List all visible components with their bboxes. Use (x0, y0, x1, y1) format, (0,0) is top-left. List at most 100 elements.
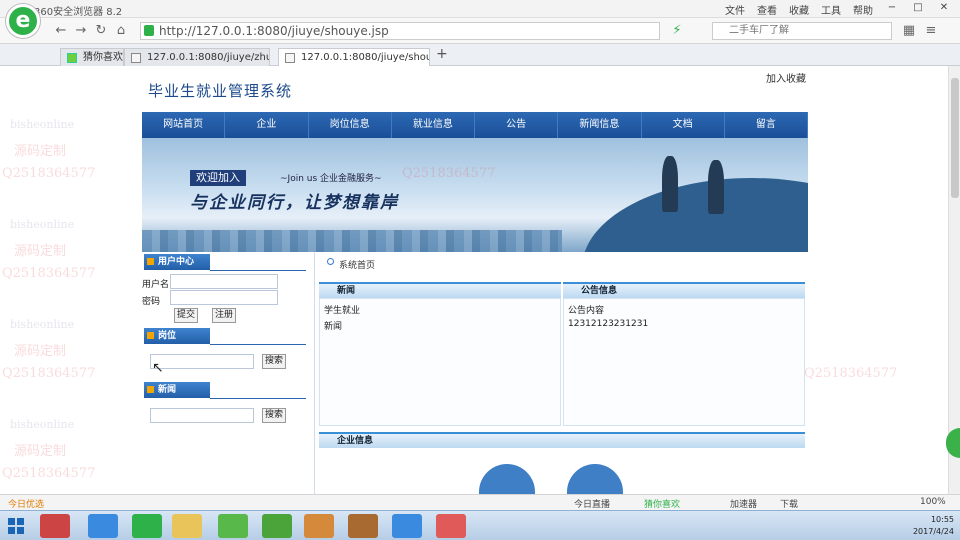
register-button[interactable]: 注册 (212, 308, 236, 323)
status-live[interactable]: 今日直播 (574, 497, 610, 510)
jobs-search-input[interactable] (150, 354, 254, 369)
nav-notice[interactable]: 公告 (475, 112, 559, 138)
daily-pick-link[interactable]: 今日优选 (8, 497, 44, 510)
taskbar-360-browser-icon[interactable] (132, 514, 162, 538)
taskbar-app-icon[interactable] (436, 514, 466, 538)
jobs-header: 岗位 (144, 328, 210, 344)
url-input[interactable]: http://127.0.0.1:8080/jiuye/shouye.jsp (140, 22, 660, 40)
news-search-button[interactable]: 搜索 (262, 408, 286, 423)
taskbar-app-icon[interactable] (262, 514, 292, 538)
forward-icon[interactable]: → (72, 22, 90, 40)
banner-city-skyline (142, 230, 562, 252)
notice-item[interactable]: 公告内容 (568, 303, 604, 316)
app-title: 360安全浏览器 8.2 (34, 7, 123, 18)
taskbar-app-icon[interactable] (40, 514, 70, 538)
address-bar-row: ← → ↻ ⌂ http://127.0.0.1:8080/jiuye/shou… (0, 18, 960, 44)
news-panel-header: 新闻 (319, 282, 561, 298)
tab-favicon-icon (131, 53, 141, 63)
lightning-icon[interactable]: ⚡ (668, 22, 686, 40)
menu-view[interactable]: 查看 (754, 2, 780, 17)
watermark-site: bisheonline (10, 318, 75, 331)
breadcrumb: 系统首页 (339, 261, 376, 271)
home-icon[interactable]: ⌂ (112, 22, 130, 40)
windows-taskbar: 10:55 2017/4/24 (0, 510, 960, 540)
taskbar-app-icon[interactable] (348, 514, 378, 538)
tab-label: 127.0.0.1:8080/jiuye/zhuce.jsp (147, 52, 269, 63)
new-tab-button[interactable]: + (436, 46, 448, 62)
tab-zhuce[interactable]: 127.0.0.1:8080/jiuye/zhuce.jsp (124, 48, 270, 66)
nav-home[interactable]: 网站首页 (142, 112, 226, 138)
mouse-cursor-icon: ↖ (152, 360, 164, 376)
maximize-icon[interactable]: □ (908, 2, 928, 17)
status-bar: 今日优选 今日直播 猜你喜欢 加速器 下载 100% (0, 494, 960, 510)
scrollbar-thumb[interactable] (951, 78, 959, 198)
banner-slogan: 与企业同行，让梦想靠岸 (190, 193, 399, 213)
browser-menu: 文件 查看 收藏 工具 帮助 − □ ✕ (722, 2, 954, 17)
web-page: 加入收藏 毕业生就业管理系统 网站首页 企业 岗位信息 就业信息 公告 新闻信息… (0, 66, 948, 494)
banner-figure (662, 156, 678, 212)
nav-docs[interactable]: 文档 (642, 112, 725, 138)
notice-item[interactable]: 12312123231231 (568, 319, 648, 329)
password-input[interactable] (170, 290, 278, 305)
taskbar-ie-icon[interactable] (392, 514, 422, 538)
news-item[interactable]: 新闻 (324, 319, 342, 332)
company-panel-header: 企业信息 (319, 432, 805, 448)
status-accelerator[interactable]: 加速器 (730, 497, 757, 510)
tab-label: 127.0.0.1:8080/jiuye/shouye.jsp (301, 52, 429, 63)
watermark-qq: Q2518364577 (804, 366, 898, 381)
menu-file[interactable]: 文件 (722, 2, 748, 17)
menu-icon[interactable]: ≡ (922, 22, 940, 40)
nav-employment[interactable]: 就业信息 (392, 112, 475, 138)
watermark-site: bisheonline (10, 218, 75, 231)
login-submit-button[interactable]: 提交 (174, 308, 198, 323)
taskbar-java-icon[interactable] (304, 514, 334, 538)
divider (210, 398, 306, 399)
watermark-qq: Q2518364577 (2, 266, 96, 281)
watermark-text: 源码定制 (14, 444, 67, 459)
taskbar-app-icon[interactable] (218, 514, 248, 538)
menu-favorites[interactable]: 收藏 (786, 2, 812, 17)
taskbar-folder-icon[interactable] (172, 514, 202, 538)
back-icon[interactable]: ← (52, 22, 70, 40)
url-text: http://127.0.0.1:8080/jiuye/shouye.jsp (159, 24, 389, 38)
menu-help[interactable]: 帮助 (850, 2, 876, 17)
news-search-input[interactable] (150, 408, 254, 423)
nav-company[interactable]: 企业 (225, 112, 309, 138)
jobs-search-button[interactable]: 搜索 (262, 354, 286, 369)
status-download[interactable]: 下载 (780, 497, 798, 510)
username-input[interactable] (170, 274, 278, 289)
banner-figure (708, 160, 724, 214)
tab-favicon-icon (285, 53, 295, 63)
status-recommend[interactable]: 猜你喜欢 (644, 497, 680, 510)
minimize-icon[interactable]: − (882, 2, 902, 17)
tab-shouye[interactable]: 127.0.0.1:8080/jiuye/shouye.jsp (278, 48, 430, 66)
banner-joinus: ~Join us 企业金融服务~ (280, 174, 382, 184)
banner-welcome: 欢迎加入 (190, 170, 246, 186)
menu-tools[interactable]: 工具 (818, 2, 844, 17)
search-input[interactable]: 二手车厂了解 (712, 22, 892, 40)
zoom-level[interactable]: 100% (920, 497, 946, 507)
main-nav: 网站首页 企业 岗位信息 就业信息 公告 新闻信息 文档 留言 (142, 112, 808, 138)
start-windows-icon[interactable] (8, 518, 24, 534)
nav-news[interactable]: 新闻信息 (558, 112, 642, 138)
watermark-text: 源码定制 (14, 144, 67, 159)
notice-panel: 公告内容 12312123231231 (563, 298, 805, 426)
news-header: 新闻 (144, 382, 210, 398)
close-icon[interactable]: ✕ (934, 2, 954, 17)
add-bookmark-link[interactable]: 加入收藏 (766, 70, 806, 85)
nav-message[interactable]: 留言 (725, 112, 808, 138)
search-placeholder: 二手车厂了解 (729, 25, 789, 36)
tab-label: 猜你喜欢 (83, 52, 123, 63)
browser-logo-icon: e (6, 4, 40, 38)
refresh-icon[interactable]: ↻ (92, 22, 110, 40)
nav-jobs[interactable]: 岗位信息 (309, 112, 392, 138)
notice-panel-header: 公告信息 (563, 282, 805, 298)
system-clock[interactable]: 10:55 2017/4/24 (913, 514, 954, 538)
news-item[interactable]: 学生就业 (324, 303, 360, 316)
tab-recommend[interactable]: 猜你喜欢 (60, 48, 124, 66)
browser-titlebar: 360安全浏览器 8.2 文件 查看 收藏 工具 帮助 − □ ✕ (0, 0, 960, 18)
clock-date: 2017/4/24 (912, 527, 954, 536)
banner-hill (582, 178, 808, 252)
taskbar-ie-icon[interactable] (88, 514, 118, 538)
apps-grid-icon[interactable]: ▦ (900, 22, 918, 40)
